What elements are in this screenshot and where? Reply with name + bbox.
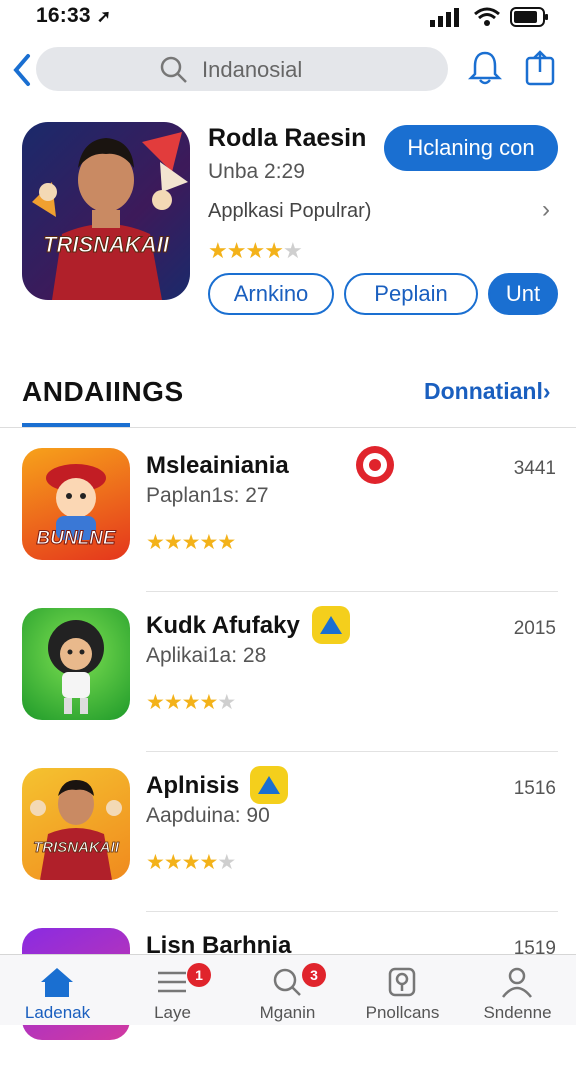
tab-list[interactable]: 1 Laye bbox=[115, 961, 230, 1025]
tab-label: Ladenak bbox=[24, 1003, 91, 1022]
app-icon: BUNLNE bbox=[22, 448, 130, 560]
star-icon: ★ bbox=[199, 851, 218, 874]
get-button[interactable]: Hclaning con bbox=[384, 125, 558, 171]
tab-label: Pnollcans bbox=[365, 1003, 440, 1022]
status-time: 16:33 ➚ bbox=[36, 4, 112, 27]
tab-profile[interactable]: Sndenne bbox=[460, 961, 575, 1025]
app-badge-icon bbox=[312, 606, 350, 644]
list-icon bbox=[158, 971, 186, 993]
podcast-icon bbox=[388, 967, 416, 997]
pill-button-2[interactable]: Peplain bbox=[344, 273, 478, 315]
star-icon: ★ bbox=[217, 851, 236, 874]
app-title: Msleainiania bbox=[146, 452, 289, 479]
list-item[interactable]: Kudk Afufaky Aplikai1a: 28 ★★★★★ 2015 bbox=[0, 592, 576, 752]
home-icon bbox=[41, 968, 73, 997]
star-icon: ★ bbox=[217, 691, 236, 714]
featured-app-image[interactable]: TRISNAKAII bbox=[22, 122, 190, 300]
list-item[interactable]: TRISNAKAII Aplnisis Aapduina: 90 ★★★★★ 1… bbox=[0, 752, 576, 912]
section-see-all-link[interactable]: Donnatianl› bbox=[424, 378, 551, 405]
featured-app-rating: ★★★★★ bbox=[208, 238, 303, 264]
section-title: ANDAIINGS bbox=[22, 376, 184, 407]
tab-search[interactable]: 3 Mganin bbox=[230, 961, 345, 1025]
tab-podcasts[interactable]: Pnollcans bbox=[345, 961, 460, 1025]
tab-label: Laye bbox=[154, 1003, 191, 1022]
tab-label: Mganin bbox=[259, 1003, 316, 1022]
app-icon bbox=[22, 608, 130, 720]
app-icon-text: TRISNAKAII bbox=[33, 839, 120, 856]
app-subtitle: Paplan1s: 27 bbox=[146, 484, 269, 507]
featured-app-title: Rodla Raesin bbox=[208, 124, 367, 152]
notification-badge: 1 bbox=[187, 963, 211, 987]
star-icon: ★ bbox=[163, 691, 183, 714]
star-icon: ★ bbox=[181, 531, 201, 554]
search-icon bbox=[160, 56, 187, 83]
app-count: 1516 bbox=[513, 778, 556, 799]
featured-app-category[interactable]: Applkasi Populrar) bbox=[208, 200, 371, 223]
tab-label: Sndenne bbox=[483, 1003, 552, 1022]
signal-icon bbox=[430, 8, 459, 27]
status-icons bbox=[430, 6, 550, 28]
wifi-icon bbox=[474, 7, 500, 26]
status-bar: 16:33 ➚ bbox=[0, 0, 576, 34]
app-icon: TRISNAKAII bbox=[22, 768, 130, 880]
pill-button-1[interactable]: Arnkino bbox=[208, 273, 334, 315]
section-header: ANDAIINGS Donnatianl› bbox=[0, 366, 576, 430]
app-title: Aplnisis bbox=[146, 772, 240, 799]
app-title: Kudk Afufaky bbox=[146, 612, 300, 639]
app-badge-icon bbox=[356, 446, 394, 484]
featured-app: TRISNAKAII Rodla Raesin Unba 2:29 Applka… bbox=[0, 118, 576, 338]
back-chevron-icon[interactable] bbox=[8, 50, 38, 90]
bell-icon[interactable] bbox=[465, 48, 505, 88]
app-rating: ★★★★★ bbox=[146, 530, 236, 555]
star-icon: ★ bbox=[282, 238, 303, 263]
featured-app-subtitle: Unba 2:29 bbox=[208, 160, 305, 183]
tab-bar: Ladenak 1 Laye 3 Mganin Pnollcans Sndenn… bbox=[0, 954, 576, 1025]
app-subtitle: Aapduina: 90 bbox=[146, 804, 270, 827]
app-badge-icon bbox=[250, 766, 288, 804]
search-icon bbox=[273, 968, 301, 996]
star-icon: ★ bbox=[163, 851, 183, 874]
star-icon: ★ bbox=[199, 691, 218, 714]
chevron-right-icon[interactable]: › bbox=[542, 196, 550, 224]
star-icon: ★ bbox=[264, 238, 284, 263]
star-icon: ★ bbox=[199, 531, 218, 554]
star-icon: ★ bbox=[208, 238, 228, 263]
star-icon: ★ bbox=[146, 851, 165, 874]
list-item[interactable]: BUNLNE Msleainiania Paplan1s: 27 ★★★★★ 3… bbox=[0, 432, 576, 592]
search-text: Indanosial bbox=[202, 57, 303, 82]
tab-home[interactable]: Ladenak bbox=[0, 961, 115, 1025]
app-rating: ★★★★★ bbox=[146, 850, 236, 875]
featured-app-image-text: TRISNAKAII bbox=[43, 232, 170, 257]
app-rating: ★★★★★ bbox=[146, 690, 236, 715]
star-icon: ★ bbox=[146, 531, 165, 554]
battery-icon bbox=[510, 7, 548, 27]
star-icon: ★ bbox=[217, 531, 236, 554]
app-subtitle: Aplikai1a: 28 bbox=[146, 644, 267, 667]
star-icon: ★ bbox=[226, 238, 247, 263]
app-count: 2015 bbox=[513, 618, 556, 639]
notification-badge: 3 bbox=[302, 963, 326, 987]
profile-icon bbox=[502, 967, 532, 998]
star-icon: ★ bbox=[181, 691, 201, 714]
star-icon: ★ bbox=[146, 691, 165, 714]
top-bar: Indanosial bbox=[0, 40, 576, 100]
star-icon: ★ bbox=[163, 531, 183, 554]
app-icon-text: BUNLNE bbox=[36, 528, 116, 549]
app-count: 3441 bbox=[513, 458, 556, 479]
star-icon: ★ bbox=[245, 238, 265, 263]
divider bbox=[0, 427, 576, 428]
pill-button-3[interactable]: Unt bbox=[488, 273, 558, 315]
share-icon[interactable] bbox=[520, 48, 560, 88]
star-icon: ★ bbox=[181, 851, 201, 874]
search-input[interactable]: Indanosial bbox=[36, 47, 448, 91]
